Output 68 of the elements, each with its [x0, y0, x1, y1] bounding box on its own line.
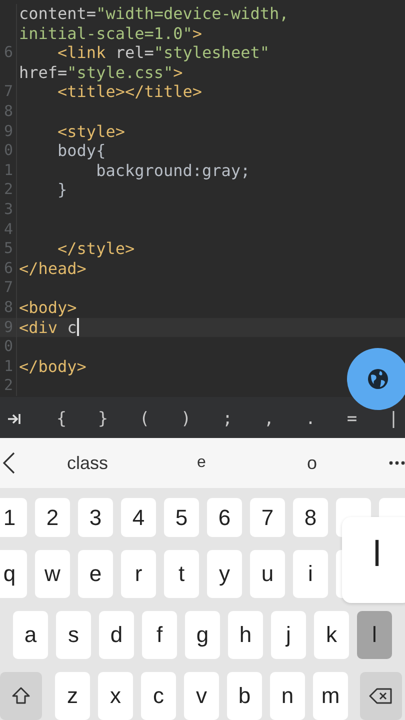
keyboard-key[interactable]: 3 — [78, 498, 113, 537]
symbol-key[interactable]: | — [386, 409, 400, 429]
keyboard-key[interactable]: l — [357, 611, 392, 659]
tab-key-icon[interactable] — [6, 413, 20, 425]
shift-key[interactable] — [0, 672, 42, 720]
keyboard-key[interactable]: d — [99, 611, 134, 659]
suggestion[interactable]: class — [67, 453, 108, 474]
keyboard-key[interactable]: w — [35, 550, 70, 598]
keyboard-key[interactable]: 2 — [35, 498, 70, 537]
backspace-key[interactable] — [360, 672, 402, 720]
keyboard-key[interactable]: t — [164, 550, 199, 598]
keyboard-key[interactable]: n — [270, 672, 305, 720]
code-line: initial-scale=1.0"> — [19, 24, 202, 44]
keyboard-key[interactable]: a — [13, 611, 48, 659]
keyboard-key[interactable]: 8 — [293, 498, 328, 537]
symbol-key[interactable]: , — [262, 409, 276, 429]
keyboard-key[interactable]: j — [271, 611, 306, 659]
keyboard-key[interactable]: v — [184, 672, 219, 720]
keyboard-key[interactable]: k — [314, 611, 349, 659]
key-preview-popup: l — [342, 517, 405, 603]
code-line: <title></title> — [56, 82, 202, 102]
keyboard-key[interactable]: f — [142, 611, 177, 659]
code-line: </style> — [56, 239, 135, 259]
keyboard-key[interactable]: q — [0, 550, 27, 598]
keyboard-key[interactable]: c — [141, 672, 176, 720]
code-line: <body> — [19, 298, 77, 318]
symbol-key[interactable]: ; — [220, 409, 234, 429]
keyboard-key[interactable]: 5 — [164, 498, 199, 537]
code-line: background:gray; — [95, 160, 250, 180]
globe-icon — [367, 368, 389, 390]
shift-icon — [11, 686, 31, 706]
keyboard-key[interactable]: s — [56, 611, 91, 659]
symbol-key[interactable]: ( — [138, 409, 152, 429]
keyboard-key[interactable]: h — [228, 611, 263, 659]
keyboard-key[interactable]: m — [313, 672, 348, 720]
symbol-key[interactable]: } — [96, 409, 110, 429]
keyboard-key[interactable]: 4 — [121, 498, 156, 537]
keyboard-key[interactable]: u — [250, 550, 285, 598]
code-line: content="width=device-width, — [19, 4, 289, 24]
keyboard-key[interactable]: 7 — [250, 498, 285, 537]
code-line: body{ — [56, 141, 106, 161]
code-line: href="style.css"> — [19, 62, 183, 82]
text-cursor — [76, 318, 79, 336]
keyboard-key[interactable]: e — [78, 550, 113, 598]
keyboard-key[interactable]: i — [293, 550, 328, 598]
symbol-key[interactable]: { — [54, 409, 68, 429]
code-line: <style> — [56, 122, 125, 142]
code-line: <div c — [19, 318, 77, 338]
code-line: <link rel="stylesheet" — [56, 43, 270, 63]
keyboard-key[interactable]: 6 — [207, 498, 242, 537]
keyboard-key[interactable]: z — [55, 672, 90, 720]
code-line: </body> — [19, 356, 86, 376]
symbol-key[interactable]: = — [345, 409, 359, 429]
suggestion[interactable]: e — [197, 454, 206, 472]
keyboard-key[interactable]: y — [207, 550, 242, 598]
keyboard-key[interactable]: g — [185, 611, 220, 659]
code-line: </head> — [19, 258, 86, 278]
keyboard-key[interactable]: r — [121, 550, 156, 598]
keyboard-key[interactable]: 1 — [0, 498, 27, 537]
symbol-key[interactable]: . — [304, 409, 318, 429]
symbol-key[interactable]: ) — [179, 409, 193, 429]
code-line: } — [56, 180, 68, 200]
keyboard-key[interactable]: x — [98, 672, 133, 720]
suggestion[interactable]: o — [307, 453, 318, 474]
more-icon[interactable] — [389, 461, 405, 465]
backspace-icon — [369, 688, 393, 704]
back-icon[interactable] — [3, 452, 15, 474]
keyboard-key[interactable]: b — [227, 672, 262, 720]
